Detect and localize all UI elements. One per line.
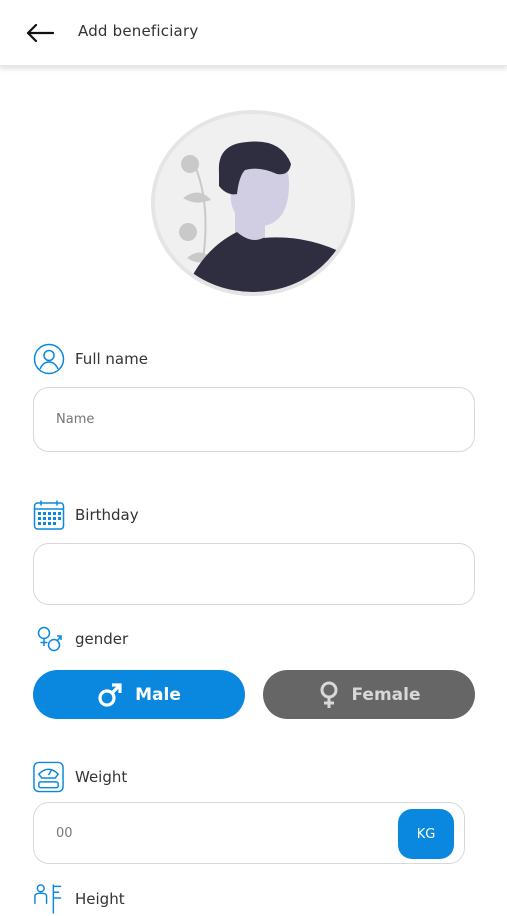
full-name-input[interactable] [56, 388, 416, 451]
app-header: Add beneficiary [0, 0, 507, 66]
birthday-field[interactable] [33, 543, 475, 605]
male-label: Male [135, 684, 181, 705]
height-icon [32, 882, 65, 915]
full-name-label-row: Full name [32, 342, 148, 375]
user-circle-icon [32, 342, 65, 375]
gender-label: gender [75, 629, 129, 648]
female-icon [318, 681, 340, 709]
height-label: Height [75, 889, 125, 908]
male-icon [97, 682, 123, 708]
female-label: Female [351, 684, 421, 705]
weight-field[interactable]: KG [33, 802, 465, 864]
female-button[interactable]: Female [263, 670, 475, 719]
arrow-left-icon [26, 24, 54, 42]
gender-icon [32, 622, 65, 655]
page-title: Add beneficiary [78, 22, 199, 40]
weight-label: Weight [75, 767, 128, 786]
weight-input[interactable] [56, 803, 356, 863]
full-name-field[interactable] [33, 387, 475, 452]
birthday-input[interactable] [56, 544, 416, 604]
avatar[interactable] [151, 110, 355, 296]
birthday-label-row: Birthday [32, 498, 139, 531]
back-button[interactable] [22, 20, 58, 46]
gender-label-row: gender [32, 622, 128, 655]
weight-unit-button[interactable]: KG [398, 809, 454, 859]
weight-label-row: Weight [32, 760, 127, 793]
calendar-icon [32, 498, 65, 531]
birthday-label: Birthday [75, 505, 139, 524]
scale-icon [32, 760, 65, 793]
full-name-label: Full name [75, 349, 148, 368]
height-label-row: Height [32, 882, 125, 915]
male-button[interactable]: Male [33, 670, 245, 719]
user-avatar-placeholder [155, 114, 351, 292]
